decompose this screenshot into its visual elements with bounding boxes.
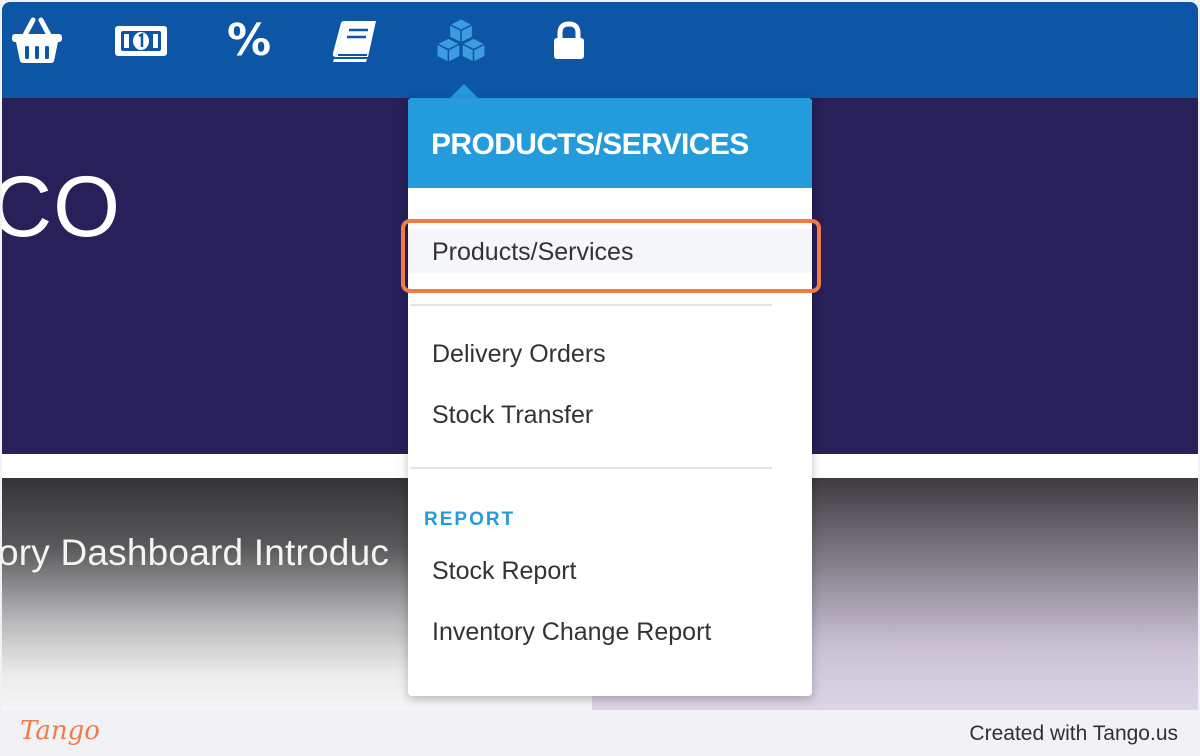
dropdown-header: PRODUCTS/SERVICES bbox=[408, 98, 812, 188]
products-services-dropdown: PRODUCTS/SERVICES Products/Services Deli… bbox=[408, 98, 812, 696]
hero-title: CO bbox=[2, 159, 121, 255]
menu-item-stock-transfer[interactable]: Stock Transfer bbox=[408, 392, 812, 436]
percent-icon[interactable]: % bbox=[220, 16, 278, 66]
video-title: ory Dashboard Introduc bbox=[2, 532, 390, 573]
footer-credit: Created with Tango.us bbox=[969, 722, 1178, 745]
menu-item-label: Inventory Change Report bbox=[432, 618, 712, 646]
top-navigation-bar: % bbox=[2, 2, 1198, 98]
money-icon[interactable] bbox=[112, 16, 170, 66]
footer: Tango Created with Tango.us bbox=[0, 710, 1200, 756]
menu-item-stock-report[interactable]: Stock Report bbox=[408, 548, 812, 592]
menu-item-label: Delivery Orders bbox=[432, 340, 606, 368]
menu-item-label: Stock Report bbox=[432, 557, 577, 585]
menu-item-label: Stock Transfer bbox=[432, 401, 594, 429]
basket-icon[interactable] bbox=[8, 16, 66, 66]
tango-logo: Tango bbox=[20, 716, 100, 746]
book-icon[interactable] bbox=[326, 16, 384, 66]
cubes-icon[interactable] bbox=[432, 16, 490, 66]
dropdown-title: PRODUCTS/SERVICES bbox=[431, 128, 749, 161]
menu-separator bbox=[410, 467, 772, 469]
menu-item-inventory-change-report[interactable]: Inventory Change Report bbox=[408, 609, 812, 653]
menu-item-delivery-orders[interactable]: Delivery Orders bbox=[408, 331, 812, 375]
step-highlight-box bbox=[401, 219, 821, 293]
menu-separator bbox=[410, 304, 772, 306]
lock-icon[interactable] bbox=[540, 16, 598, 66]
report-section-label: REPORT bbox=[424, 509, 516, 530]
